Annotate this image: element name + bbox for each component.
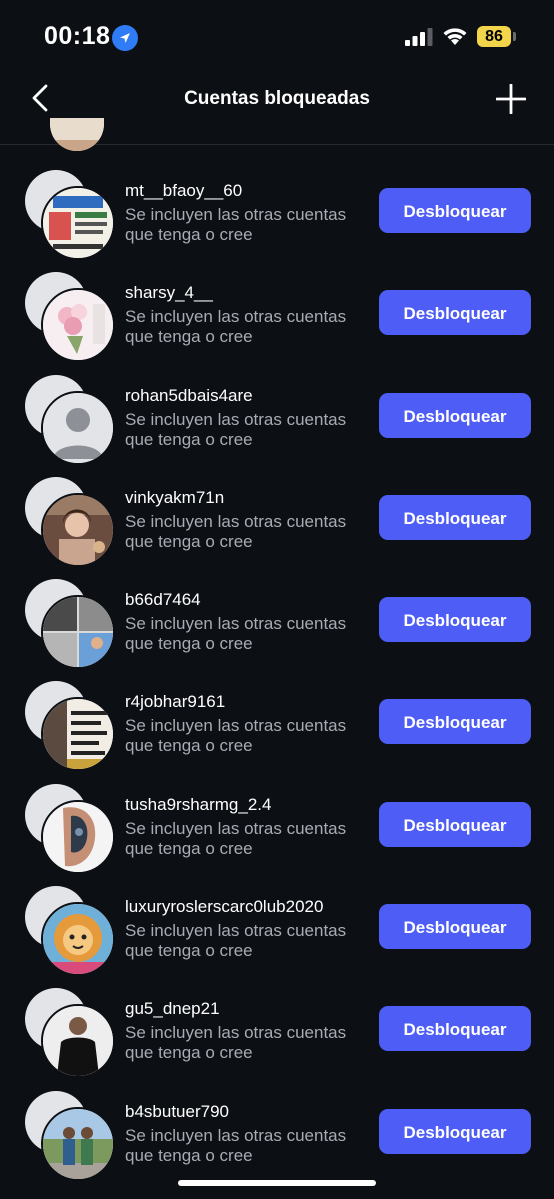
unblock-button[interactable]: Desbloquear	[379, 392, 531, 438]
avatar-image	[41, 799, 115, 874]
list-item[interactable]: b4sbutuer790 Se incluyen las otras cuent…	[0, 1081, 554, 1183]
unblock-button[interactable]: Desbloquear	[379, 597, 531, 643]
list-item[interactable]: vinkyakm71n Se incluyen las otras cuenta…	[0, 467, 554, 569]
account-username: mt__bfaoy__60	[125, 181, 243, 200]
unblock-button[interactable]: Desbloquear	[379, 188, 531, 233]
avatar	[25, 681, 115, 772]
account-description: Se incluyen las otras cuentas que tenga …	[125, 818, 347, 858]
avatar	[25, 886, 115, 977]
account-username: vinkyakm71n	[125, 487, 225, 507]
plus-icon	[495, 83, 527, 115]
avatar	[25, 476, 115, 567]
page-title: Cuentas bloqueadas	[184, 88, 370, 109]
unblock-button[interactable]: Desbloquear	[379, 290, 531, 336]
account-description: Se incluyen las otras cuentas que tenga …	[125, 614, 347, 654]
battery-tip	[513, 32, 516, 41]
avatar-image	[41, 595, 115, 670]
list-item[interactable]: tusha9rsharmg_2.4 Se incluyen las otras …	[0, 774, 554, 876]
avatar-image	[41, 186, 115, 260]
battery-indicator: 86	[477, 26, 511, 47]
account-description: Se incluyen las otras cuentas que tenga …	[125, 409, 347, 449]
list-item[interactable]: luxuryroslerscarc0lub2020 Se incluyen la…	[0, 876, 554, 978]
unblock-button[interactable]: Desbloquear	[379, 1108, 531, 1154]
cellular-signal-icon	[405, 28, 433, 46]
account-username: sharsy_4__	[125, 283, 213, 303]
account-description: Se incluyen las otras cuentas que tenga …	[125, 205, 347, 244]
default-user-icon	[41, 390, 115, 465]
blocked-accounts-list: mt__bfaoy__60 Se incluyen las otras cuen…	[0, 160, 554, 1183]
status-bar: 00:18 86	[0, 0, 554, 72]
list-item[interactable]: r4jobhar9161 Se incluyen las otras cuent…	[0, 671, 554, 773]
account-description: Se incluyen las otras cuentas que tenga …	[125, 511, 347, 551]
list-item[interactable]: gu5_dnep21 Se incluyen las otras cuentas…	[0, 978, 554, 1080]
avatar	[25, 374, 115, 465]
account-username: rohan5dbais4are	[125, 385, 253, 405]
account-username: tusha9rsharmg_2.4	[125, 794, 272, 814]
list-item[interactable]: sharsy_4__ Se incluyen las otras cuentas…	[0, 262, 554, 364]
home-indicator	[178, 1180, 376, 1186]
avatar	[25, 170, 115, 260]
unblock-button[interactable]: Desbloquear	[379, 494, 531, 540]
unblock-button[interactable]: Desbloquear	[379, 904, 531, 950]
avatar-image	[41, 1004, 115, 1079]
account-description: Se incluyen las otras cuentas que tenga …	[125, 1023, 347, 1063]
account-description: Se incluyen las otras cuentas que tenga …	[125, 716, 347, 756]
unblock-button[interactable]: Desbloquear	[379, 1006, 531, 1052]
avatar	[25, 988, 115, 1079]
account-username: b4sbutuer790	[125, 1101, 229, 1121]
account-username: b66d7464	[125, 590, 201, 610]
avatar	[25, 579, 115, 670]
avatar-image	[41, 697, 115, 772]
account-description: Se incluyen las otras cuentas que tenga …	[125, 1125, 347, 1165]
avatar-image	[41, 288, 115, 363]
partial-avatar	[50, 118, 104, 151]
list-item[interactable]: b66d7464 Se incluyen las otras cuentas q…	[0, 569, 554, 671]
location-arrow-icon	[112, 25, 138, 51]
account-username: r4jobhar9161	[125, 692, 226, 712]
avatar-image	[41, 492, 115, 567]
avatar-image	[41, 1106, 115, 1181]
list-item[interactable]: mt__bfaoy__60 Se incluyen las otras cuen…	[0, 160, 554, 262]
account-username: gu5_dnep21	[125, 999, 220, 1019]
avatar	[25, 272, 115, 363]
account-description: Se incluyen las otras cuentas que tenga …	[125, 921, 347, 961]
account-description: Se incluyen las otras cuentas que tenga …	[125, 307, 347, 347]
unblock-button[interactable]: Desbloquear	[379, 801, 531, 847]
avatar	[25, 1090, 115, 1181]
avatar	[25, 783, 115, 874]
status-time: 00:18	[44, 22, 111, 50]
account-username: luxuryroslerscarc0lub2020	[125, 897, 324, 917]
wifi-icon	[441, 25, 469, 47]
avatar-image	[41, 902, 115, 977]
list-item[interactable]: rohan5dbais4are Se incluyen las otras cu…	[0, 365, 554, 467]
add-button[interactable]	[495, 83, 527, 115]
unblock-button[interactable]: Desbloquear	[379, 699, 531, 745]
